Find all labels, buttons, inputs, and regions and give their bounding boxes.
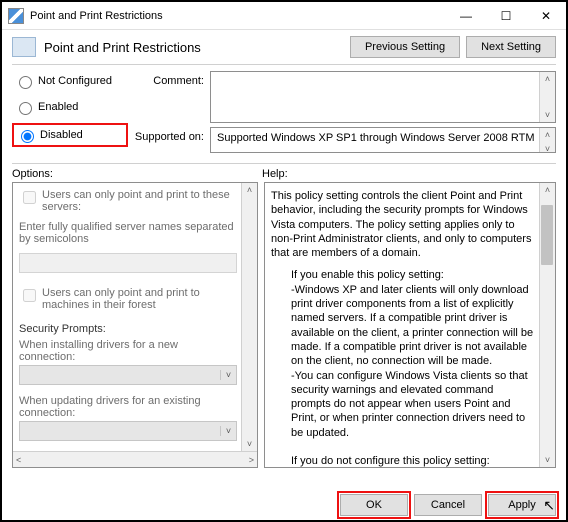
- chevron-down-icon: ˅: [542, 142, 553, 153]
- policy-icon: [12, 37, 36, 57]
- window-titlebar: Point and Print Restrictions — ☐ ✕: [2, 2, 566, 30]
- options-scrollbar-v[interactable]: ˄ ˅: [241, 183, 257, 451]
- minimize-button[interactable]: —: [446, 3, 486, 29]
- radio-enabled-label: Enabled: [38, 101, 78, 113]
- server-names-input[interactable]: [19, 253, 237, 273]
- chevron-down-icon: ˅: [542, 453, 553, 467]
- maximize-button[interactable]: ☐: [486, 3, 526, 29]
- close-button[interactable]: ✕: [526, 3, 566, 29]
- help-p3: -Windows XP and later clients will only …: [271, 283, 535, 369]
- radio-not-configured[interactable]: Not Configured: [12, 71, 128, 91]
- radio-not-configured-input[interactable]: [19, 76, 32, 89]
- chevron-down-icon: ˅: [220, 426, 236, 436]
- chk-point-print-servers-label: Users can only point and print to these …: [42, 189, 237, 213]
- supported-on-value: Supported Windows XP SP1 through Windows…: [217, 132, 535, 144]
- chevron-down-icon: ˅: [244, 437, 255, 451]
- chevron-down-icon: ˅: [220, 370, 236, 380]
- policy-title: Point and Print Restrictions: [44, 40, 344, 55]
- install-combo[interactable]: ˅: [19, 365, 237, 385]
- radio-disabled-input[interactable]: [21, 130, 34, 143]
- options-scrollbar-h[interactable]: ˂ ˃: [13, 451, 257, 467]
- radio-disabled-label: Disabled: [40, 129, 83, 141]
- chevron-right-icon: ˃: [246, 453, 257, 467]
- update-label: When updating drivers for an existing co…: [19, 395, 237, 419]
- update-combo[interactable]: ˅: [19, 421, 237, 441]
- comment-textarea[interactable]: ˄ ˅: [210, 71, 556, 123]
- radio-enabled[interactable]: Enabled: [12, 97, 128, 117]
- comment-label: Comment:: [128, 71, 210, 123]
- radio-not-configured-label: Not Configured: [38, 75, 112, 87]
- help-panel: This policy setting controls the client …: [264, 182, 556, 468]
- help-p4: -You can configure Windows Vista clients…: [271, 369, 535, 440]
- chk-point-print-forest[interactable]: [23, 289, 36, 302]
- chevron-up-icon: ˄: [542, 128, 553, 142]
- app-icon: [8, 8, 24, 24]
- chevron-up-icon: ˄: [244, 183, 255, 197]
- chevron-up-icon: ˄: [542, 72, 553, 86]
- chk-point-print-forest-label: Users can only point and print to machin…: [42, 287, 237, 311]
- supported-on-label: Supported on:: [128, 127, 210, 153]
- apply-button[interactable]: Apply: [488, 494, 556, 516]
- radio-disabled[interactable]: Disabled: [12, 123, 128, 147]
- supported-on-field: Supported Windows XP SP1 through Windows…: [210, 127, 556, 153]
- options-heading: Options:: [12, 168, 262, 180]
- supported-scrollbar[interactable]: ˄ ˅: [539, 128, 555, 152]
- next-setting-button[interactable]: Next Setting: [466, 36, 556, 58]
- chk-point-print-servers[interactable]: [23, 191, 36, 204]
- ok-button[interactable]: OK: [340, 494, 408, 516]
- window-title: Point and Print Restrictions: [30, 10, 446, 22]
- policy-header: Point and Print Restrictions Previous Se…: [2, 30, 566, 64]
- cancel-button[interactable]: Cancel: [414, 494, 482, 516]
- help-scrollbar-v[interactable]: ˄ ˅: [539, 183, 555, 467]
- dialog-buttons: OK Cancel Apply: [340, 494, 556, 516]
- help-heading: Help:: [262, 168, 556, 180]
- server-names-hint: Enter fully qualified server names separ…: [19, 221, 237, 245]
- previous-setting-button[interactable]: Previous Setting: [350, 36, 460, 58]
- chevron-down-icon: ˅: [542, 108, 553, 122]
- options-panel: Users can only point and print to these …: [12, 182, 258, 468]
- scrollbar-thumb[interactable]: [541, 205, 553, 265]
- help-p1: This policy setting controls the client …: [271, 189, 535, 260]
- radio-enabled-input[interactable]: [19, 102, 32, 115]
- install-label: When installing drivers for a new connec…: [19, 339, 237, 363]
- comment-scrollbar[interactable]: ˄ ˅: [539, 72, 555, 122]
- chevron-left-icon: ˂: [13, 453, 24, 467]
- security-prompts-label: Security Prompts:: [19, 323, 237, 335]
- help-p2: If you enable this policy setting:: [271, 268, 535, 282]
- chevron-up-icon: ˄: [542, 183, 553, 197]
- help-p5: If you do not configure this policy sett…: [271, 454, 535, 467]
